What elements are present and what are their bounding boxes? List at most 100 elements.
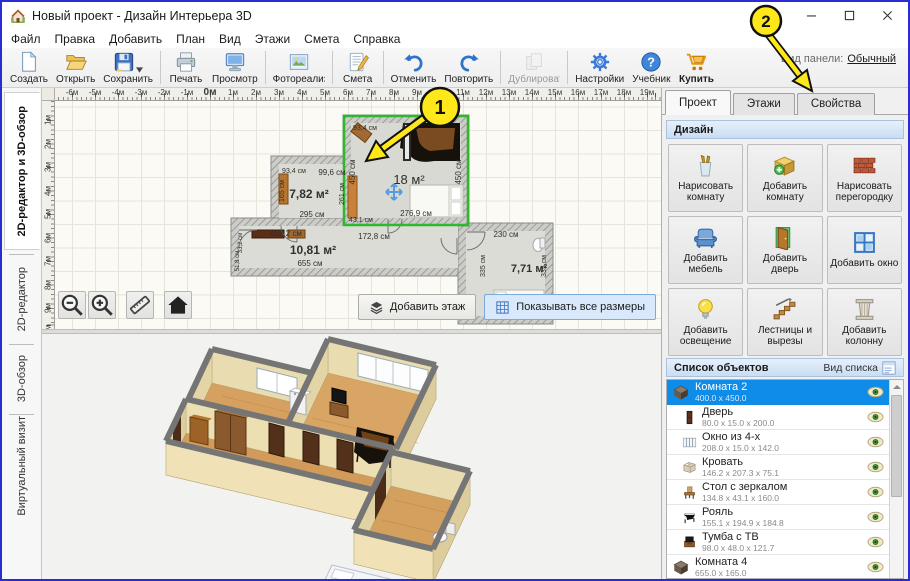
obj-window-icon <box>682 435 697 450</box>
dimension-label: 230 см <box>493 230 518 239</box>
add-column-button[interactable]: Добавить колонну <box>827 288 902 356</box>
menu-item-1[interactable]: Файл <box>4 31 48 47</box>
visibility-eye-icon[interactable] <box>867 486 884 498</box>
toolbar-button-monitor[interactable]: Просмотр <box>208 49 262 87</box>
object-row-8[interactable]: Комната 4655.0 x 165.0 <box>667 555 903 579</box>
zoom-out-button[interactable] <box>58 291 86 319</box>
toolbar-button-estimate[interactable]: Смета <box>336 49 380 87</box>
object-row-2[interactable]: Дверь80.0 x 15.0 x 200.0 <box>667 405 903 430</box>
stairs-button[interactable]: Лестницы и вырезы <box>747 288 822 356</box>
visibility-eye-icon[interactable] <box>867 436 884 448</box>
object-row-3[interactable]: Окно из 4-х208.0 x 15.0 x 142.0 <box>667 430 903 455</box>
toolbar-button-redo[interactable]: Повторить <box>440 49 497 87</box>
dimension-label: 335 см <box>480 255 487 277</box>
toolbar-button-settings[interactable]: Настройки <box>571 49 628 87</box>
toolbar-button-save-floppy[interactable]: Сохранить <box>99 49 157 87</box>
ruler-label: 0м <box>204 88 217 98</box>
toolbar-button-label: Фотореализм <box>273 74 325 85</box>
maximize-button[interactable] <box>830 2 868 28</box>
list-view-mode-button[interactable]: Вид списка <box>823 361 896 375</box>
object-row-5[interactable]: Стол с зеркалом134.8 x 43.1 x 160.0 <box>667 480 903 505</box>
object-name: Кровать <box>702 456 867 468</box>
toolbar: СоздатьОткрытьСохранить Печать Просмотр Фот… <box>2 48 908 88</box>
menu-item-2[interactable]: Правка <box>48 31 103 47</box>
close-button[interactable] <box>868 2 906 28</box>
panel-tab-3[interactable]: Свойства <box>797 93 876 115</box>
toolbar-button-printer[interactable]: Печать <box>164 49 208 87</box>
menu-item-3[interactable]: Добавить <box>102 31 169 47</box>
plan-2d-view[interactable]: -7м-6м-5м-4м-3м-2м-1м0м1м2м3м4м5м6м7м8м9… <box>42 88 661 329</box>
design-button-label: Лестницы и вырезы <box>750 325 819 348</box>
object-list-scrollbar[interactable] <box>889 380 903 578</box>
toolbar-button-tutorial[interactable]: ?Учебник <box>628 49 674 87</box>
visibility-eye-icon[interactable] <box>867 461 884 473</box>
view-tab-label: Виртуальный визит <box>16 416 28 516</box>
toolbar-button-buy-cart[interactable]: Купить <box>674 49 718 87</box>
menu-item-8[interactable]: Справка <box>346 31 407 47</box>
minimize-button[interactable] <box>792 2 830 28</box>
obj-table-icon <box>682 485 697 500</box>
visibility-eye-icon[interactable] <box>867 411 884 423</box>
panel-view-value[interactable]: Обычный <box>847 53 896 65</box>
ruler-label: 8м <box>44 280 53 290</box>
show-all-sizes-button[interactable]: Показывать все размеры <box>484 294 656 320</box>
zoom-in-button[interactable] <box>88 291 116 319</box>
toolbar-button-photoreal[interactable]: Фотореализм <box>269 49 329 87</box>
object-row-6[interactable]: Рояль155.1 x 194.9 x 184.8 <box>667 505 903 530</box>
visibility-eye-icon[interactable] <box>867 536 884 548</box>
plan-zoom-tools <box>58 291 192 319</box>
toolbar-button-undo[interactable]: Отменить <box>387 49 441 87</box>
add-window-button[interactable]: Добавить окно <box>827 216 902 284</box>
menu-item-5[interactable]: Вид <box>212 31 248 47</box>
ruler-label: 7м <box>44 256 53 266</box>
new-document-icon <box>18 51 40 73</box>
ruler-label: 16м <box>571 88 585 97</box>
panel-tab-2[interactable]: Этажи <box>733 93 795 115</box>
view-tab-1[interactable]: 2D-редактор и 3D-обзор <box>4 92 40 250</box>
add-furniture-button[interactable]: Добавить мебель <box>668 216 743 284</box>
toolbar-button-duplicate: Дублировать <box>504 49 564 87</box>
menu-item-7[interactable]: Смета <box>297 31 346 47</box>
view-tab-3[interactable]: 3D-обзор <box>4 348 40 410</box>
add-floor-button[interactable]: Добавить этаж <box>358 294 476 320</box>
view-3d[interactable] <box>42 334 661 579</box>
add-light-button[interactable]: Добавить освещение <box>668 288 743 356</box>
duplicate-icon <box>523 51 545 73</box>
toolbar-button-label: Печать <box>170 74 203 85</box>
scrollbar-thumb[interactable] <box>891 395 902 497</box>
menu-item-6[interactable]: Этажи <box>248 31 297 47</box>
measure-ruler-button[interactable] <box>126 291 154 319</box>
dimension-label: 99,6 см <box>318 168 345 177</box>
scroll-up-icon[interactable] <box>890 380 903 394</box>
dimension-label: 462,2 см <box>270 229 302 238</box>
toolbar-button-new-document[interactable]: Создать <box>6 49 52 87</box>
object-row-7[interactable]: Тумба с ТВ98.0 x 48.0 x 121.7 <box>667 530 903 555</box>
dimension-label: 450 см <box>348 159 357 184</box>
visibility-eye-icon[interactable] <box>867 511 884 523</box>
ruler-label: 1м <box>44 115 53 125</box>
menu-item-4[interactable]: План <box>169 31 212 47</box>
toolbar-button-open-folder[interactable]: Открыть <box>52 49 99 87</box>
draw-room-button[interactable]: Нарисовать комнату <box>668 144 743 212</box>
design-section-header: Дизайн <box>666 120 904 139</box>
toolbar-separator <box>567 51 568 84</box>
panel-tab-1[interactable]: Проект <box>665 90 731 115</box>
dimension-label: 276,9 см <box>400 209 432 218</box>
visibility-eye-icon[interactable] <box>867 386 884 398</box>
ruler-label: 15м <box>548 88 562 97</box>
obj-room-icon <box>672 558 690 576</box>
home-button[interactable] <box>164 291 192 319</box>
view-tab-2[interactable]: 2D-редактор <box>4 258 40 340</box>
dropdown-caret-icon[interactable] <box>136 67 143 73</box>
ruler-label: -3м <box>135 88 148 97</box>
buy-cart-icon <box>685 51 707 73</box>
measure-ruler-icon <box>127 292 153 318</box>
object-row-1[interactable]: Комната 2400.0 x 450.0 <box>667 380 903 405</box>
object-row-4[interactable]: Кровать146.2 x 207.3 x 75.1 <box>667 455 903 480</box>
add-door-button[interactable]: Добавить дверь <box>747 216 822 284</box>
right-panel: ПроектЭтажиСвойства Дизайн Нарисовать ко… <box>661 88 908 579</box>
visibility-eye-icon[interactable] <box>867 561 884 573</box>
view-tab-4[interactable]: Виртуальный визит <box>4 418 40 514</box>
draw-partition-button[interactable]: Нарисовать перегородку <box>827 144 902 212</box>
add-room-button[interactable]: Добавить комнату <box>747 144 822 212</box>
